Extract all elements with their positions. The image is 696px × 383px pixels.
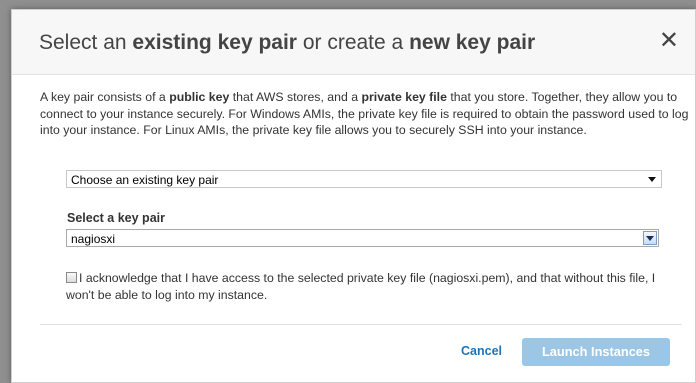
title-existing-key-pair: existing key pair	[132, 31, 297, 54]
title-new-key-pair: new key pair	[409, 31, 536, 54]
chevron-down-icon	[648, 177, 656, 182]
select-key-pair-label: Select a key pair	[67, 211, 165, 225]
desc-public-key: public key	[169, 90, 230, 104]
dialog-description: A key pair consists of a public key that…	[40, 89, 690, 139]
dialog-header: Select an existing key pair or create a …	[12, 10, 695, 75]
key-pair-dialog: Select an existing key pair or create a …	[11, 9, 696, 383]
close-icon[interactable]: ✕	[659, 29, 679, 53]
title-prefix: Select an	[39, 31, 127, 54]
footer-divider	[40, 324, 682, 325]
title-mid: or create a	[302, 31, 404, 54]
launch-instances-button[interactable]: Launch Instances	[522, 338, 670, 366]
key-pair-mode-value: Choose an existing key pair	[71, 173, 219, 187]
dialog-title: Select an existing key pair or create a …	[39, 31, 535, 55]
cancel-button[interactable]: Cancel	[461, 344, 502, 358]
dropdown-button[interactable]	[643, 231, 657, 245]
acknowledge-row: I acknowledge that I have access to the …	[66, 270, 666, 304]
acknowledge-text: I acknowledge that I have access to the …	[66, 271, 656, 302]
chevron-down-icon	[646, 236, 654, 241]
acknowledge-checkbox[interactable]	[66, 272, 77, 283]
desc-part1: A key pair consists of a	[40, 90, 166, 104]
desc-part2: that AWS stores, and a	[232, 90, 359, 104]
key-pair-select[interactable]: nagiosxi	[66, 229, 659, 247]
desc-private-key-file: private key file	[361, 90, 447, 104]
key-pair-value: nagiosxi	[71, 232, 116, 246]
key-pair-mode-select[interactable]: Choose an existing key pair	[66, 170, 662, 188]
